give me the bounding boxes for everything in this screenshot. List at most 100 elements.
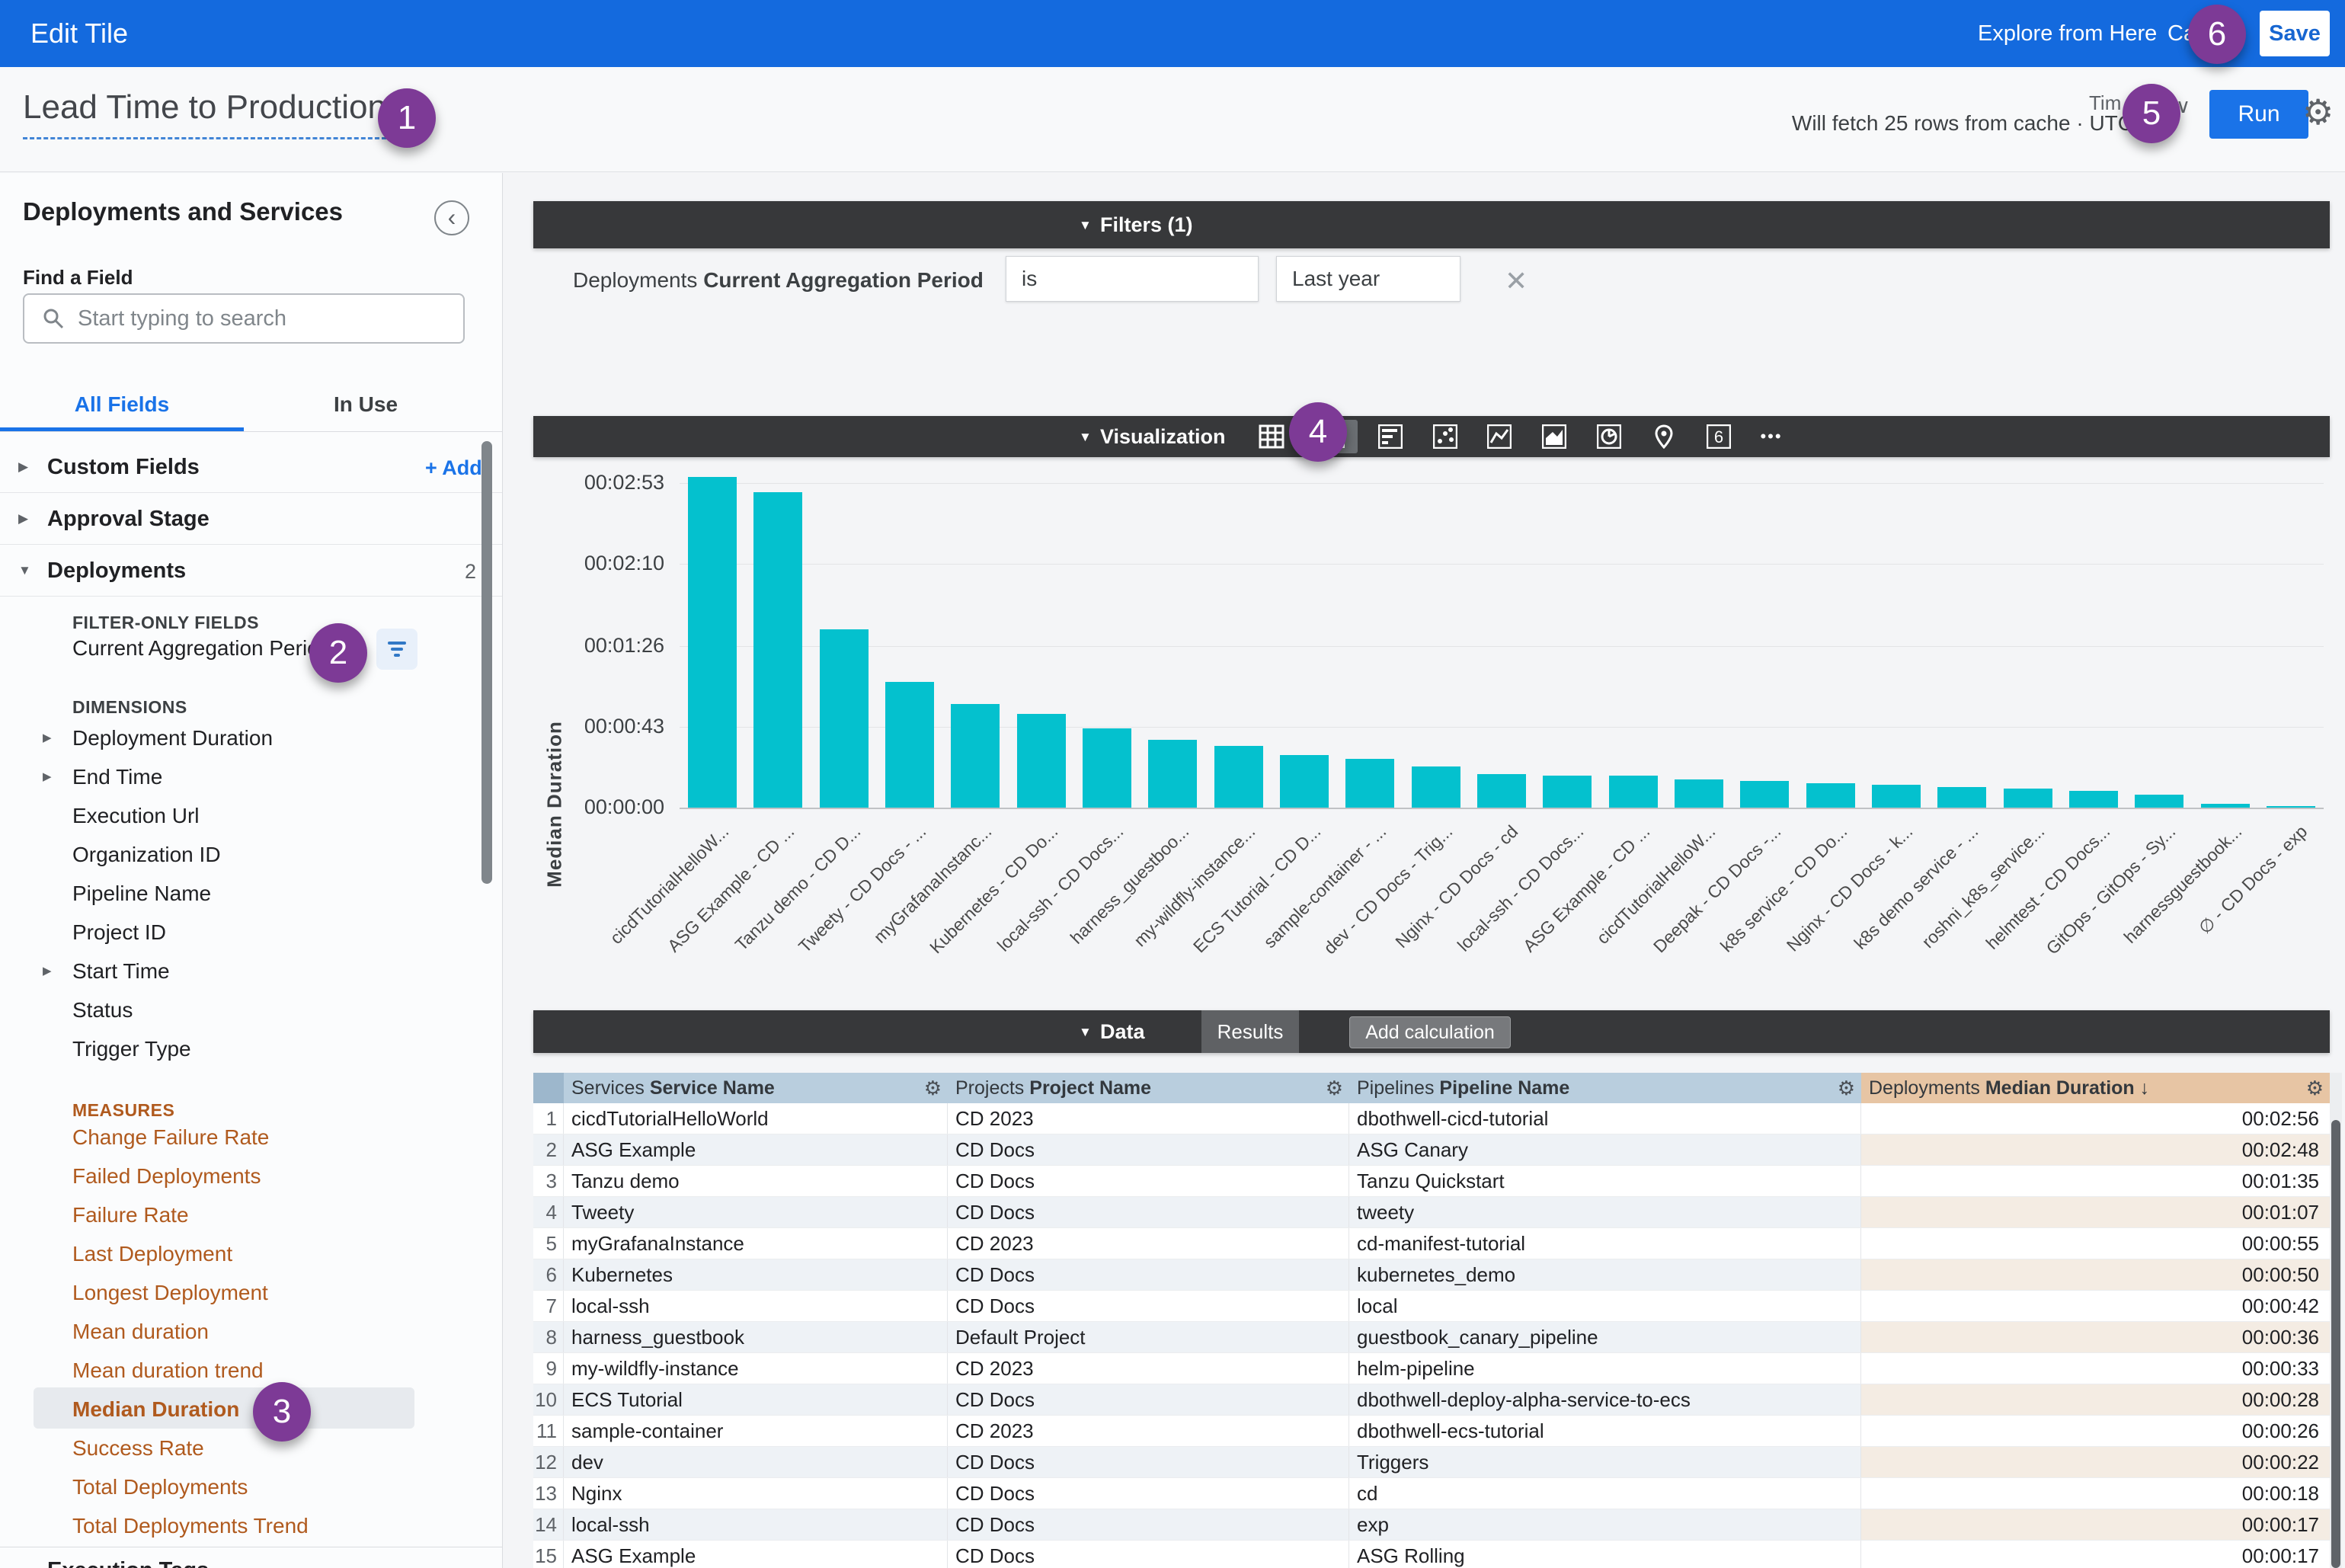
median-duration-cell[interactable]: 00:02:56 bbox=[1861, 1103, 2330, 1134]
median-duration-cell[interactable]: 00:01:35 bbox=[1861, 1166, 2330, 1196]
project-name-cell[interactable]: CD Docs bbox=[948, 1134, 1349, 1165]
pipeline-name-cell[interactable]: kubernetes_demo bbox=[1349, 1259, 1861, 1290]
bar[interactable] bbox=[1280, 755, 1329, 808]
caret-down-icon[interactable]: ▼ bbox=[1079, 1025, 1092, 1040]
pipeline-name-cell[interactable]: cd-manifest-tutorial bbox=[1349, 1228, 1861, 1259]
project-name-cell[interactable]: CD Docs bbox=[948, 1166, 1349, 1196]
bar[interactable] bbox=[1345, 759, 1394, 808]
service-name-cell[interactable]: myGrafanaInstance bbox=[564, 1228, 948, 1259]
sidebar-scrollbar-thumb[interactable] bbox=[481, 441, 492, 884]
bar[interactable] bbox=[885, 682, 934, 808]
group-deployments[interactable]: ▼ Deployments 2 bbox=[0, 545, 503, 597]
caret-down-icon[interactable]: ▼ bbox=[1079, 430, 1092, 445]
bar[interactable] bbox=[1412, 766, 1460, 808]
table-chart-icon[interactable] bbox=[1254, 420, 1289, 453]
pipeline-name-cell[interactable]: ASG Rolling bbox=[1349, 1541, 1861, 1568]
sidebar-dimension-item[interactable]: Execution Url bbox=[0, 796, 503, 835]
service-name-cell[interactable]: Kubernetes bbox=[564, 1259, 948, 1290]
pipeline-name-cell[interactable]: Tanzu Quickstart bbox=[1349, 1166, 1861, 1196]
sidebar-dimension-item[interactable]: Pipeline Name bbox=[0, 874, 503, 913]
column-header-pipeline-name[interactable]: Pipelines Pipeline Name ⚙ bbox=[1349, 1073, 1861, 1103]
more-viz-icon[interactable]: ••• bbox=[1754, 420, 1789, 453]
search-input[interactable] bbox=[78, 298, 451, 339]
bar-chart-icon[interactable] bbox=[1373, 420, 1408, 453]
median-duration-cell[interactable]: 00:00:22 bbox=[1861, 1447, 2330, 1477]
service-name-cell[interactable]: local-ssh bbox=[564, 1291, 948, 1321]
median-duration-cell[interactable]: 00:00:26 bbox=[1861, 1416, 2330, 1446]
service-name-cell[interactable]: my-wildfly-instance bbox=[564, 1353, 948, 1384]
query-settings-gear-icon[interactable]: ⚙ bbox=[2302, 91, 2334, 133]
field-current-aggregation-period[interactable]: Current Aggregation Period bbox=[72, 636, 331, 661]
filter-operator-select[interactable]: is bbox=[1006, 256, 1259, 302]
project-name-cell[interactable]: CD Docs bbox=[948, 1447, 1349, 1477]
project-name-cell[interactable]: CD Docs bbox=[948, 1509, 1349, 1540]
bar[interactable] bbox=[951, 704, 1000, 808]
line-chart-icon[interactable] bbox=[1482, 420, 1517, 453]
column-gear-icon[interactable]: ⚙ bbox=[2306, 1073, 2324, 1103]
column-header-project-name[interactable]: Projects Project Name ⚙ bbox=[948, 1073, 1349, 1103]
service-name-cell[interactable]: sample-container bbox=[564, 1416, 948, 1446]
median-duration-cell[interactable]: 00:00:55 bbox=[1861, 1228, 2330, 1259]
sidebar-measure-item[interactable]: Longest Deployment bbox=[0, 1273, 503, 1312]
median-duration-cell[interactable]: 00:01:07 bbox=[1861, 1197, 2330, 1227]
median-duration-cell[interactable]: 00:02:48 bbox=[1861, 1134, 2330, 1165]
bar[interactable] bbox=[2135, 795, 2183, 808]
service-name-cell[interactable]: local-ssh bbox=[564, 1509, 948, 1540]
explore-from-here-link[interactable]: Explore from Here bbox=[1978, 0, 2157, 67]
collapse-sidebar-icon[interactable]: ‹ bbox=[434, 200, 469, 235]
column-header-median-duration-sorted[interactable]: Deployments Median Duration ↓ ⚙ bbox=[1861, 1073, 2330, 1103]
median-duration-cell[interactable]: 00:00:28 bbox=[1861, 1384, 2330, 1415]
tree-expanded-icon[interactable]: ▼ bbox=[18, 563, 31, 578]
pipeline-name-cell[interactable]: ASG Canary bbox=[1349, 1134, 1861, 1165]
bar[interactable] bbox=[753, 492, 802, 808]
remove-filter-icon[interactable]: ✕ bbox=[1505, 265, 1528, 297]
sidebar-dimension-item[interactable]: Trigger Type bbox=[0, 1029, 503, 1068]
bar[interactable] bbox=[1543, 776, 1592, 808]
bar[interactable] bbox=[1477, 774, 1526, 808]
bar[interactable] bbox=[1148, 740, 1197, 808]
service-name-cell[interactable]: Tweety bbox=[564, 1197, 948, 1227]
project-name-cell[interactable]: CD 2023 bbox=[948, 1353, 1349, 1384]
bar[interactable] bbox=[2004, 789, 2052, 808]
column-gear-icon[interactable]: ⚙ bbox=[924, 1073, 942, 1103]
pipeline-name-cell[interactable]: local bbox=[1349, 1291, 1861, 1321]
column-gear-icon[interactable]: ⚙ bbox=[1838, 1073, 1855, 1103]
pie-chart-icon[interactable] bbox=[1592, 420, 1627, 453]
sidebar-measure-item[interactable]: Mean duration trend bbox=[0, 1351, 503, 1390]
pipeline-name-cell[interactable]: dbothwell-cicd-tutorial bbox=[1349, 1103, 1861, 1134]
tab-all-fields[interactable]: All Fields bbox=[0, 392, 244, 417]
project-name-cell[interactable]: CD 2023 bbox=[948, 1228, 1349, 1259]
service-name-cell[interactable]: Tanzu demo bbox=[564, 1166, 948, 1196]
bar[interactable] bbox=[2267, 806, 2315, 808]
project-name-cell[interactable]: CD Docs bbox=[948, 1541, 1349, 1568]
tab-in-use[interactable]: In Use bbox=[244, 392, 488, 417]
pipeline-name-cell[interactable]: Triggers bbox=[1349, 1447, 1861, 1477]
tree-collapsed-icon[interactable]: ▶ bbox=[18, 511, 28, 526]
timezone-label[interactable]: Tim bbox=[2089, 91, 2121, 115]
bar[interactable] bbox=[1872, 785, 1921, 808]
sidebar-measure-item[interactable]: Failure Rate bbox=[0, 1195, 503, 1234]
tab-results[interactable]: Results bbox=[1201, 1010, 1299, 1053]
median-duration-cell[interactable]: 00:00:17 bbox=[1861, 1541, 2330, 1568]
median-duration-cell[interactable]: 00:00:42 bbox=[1861, 1291, 2330, 1321]
filter-value-select[interactable]: Last year bbox=[1276, 256, 1460, 302]
median-duration-cell[interactable]: 00:00:36 bbox=[1861, 1322, 2330, 1352]
bar[interactable] bbox=[1083, 728, 1131, 808]
pipeline-name-cell[interactable]: guestbook_canary_pipeline bbox=[1349, 1322, 1861, 1352]
tile-title-editable[interactable]: Lead Time to Production bbox=[23, 88, 386, 139]
sidebar-dimension-item[interactable]: ▶End Time bbox=[0, 757, 503, 796]
save-button[interactable]: Save bbox=[2260, 11, 2330, 56]
sidebar-dimension-item[interactable]: Organization ID bbox=[0, 835, 503, 874]
sidebar-measure-item[interactable]: Mean duration bbox=[0, 1312, 503, 1351]
bar[interactable] bbox=[820, 629, 869, 808]
sidebar-measure-item[interactable]: Median Duration bbox=[0, 1390, 503, 1429]
median-duration-cell[interactable]: 00:00:18 bbox=[1861, 1478, 2330, 1509]
sidebar-dimension-item[interactable]: Project ID bbox=[0, 913, 503, 952]
bar[interactable] bbox=[1806, 783, 1855, 808]
tree-collapsed-icon[interactable]: ▶ bbox=[18, 459, 28, 475]
tree-collapsed-icon[interactable]: ▶ bbox=[43, 964, 52, 978]
area-chart-icon[interactable] bbox=[1537, 420, 1572, 453]
filters-title[interactable]: Filters (1) bbox=[1100, 213, 1193, 237]
service-name-cell[interactable]: ASG Example bbox=[564, 1541, 948, 1568]
bar[interactable] bbox=[1675, 779, 1723, 808]
